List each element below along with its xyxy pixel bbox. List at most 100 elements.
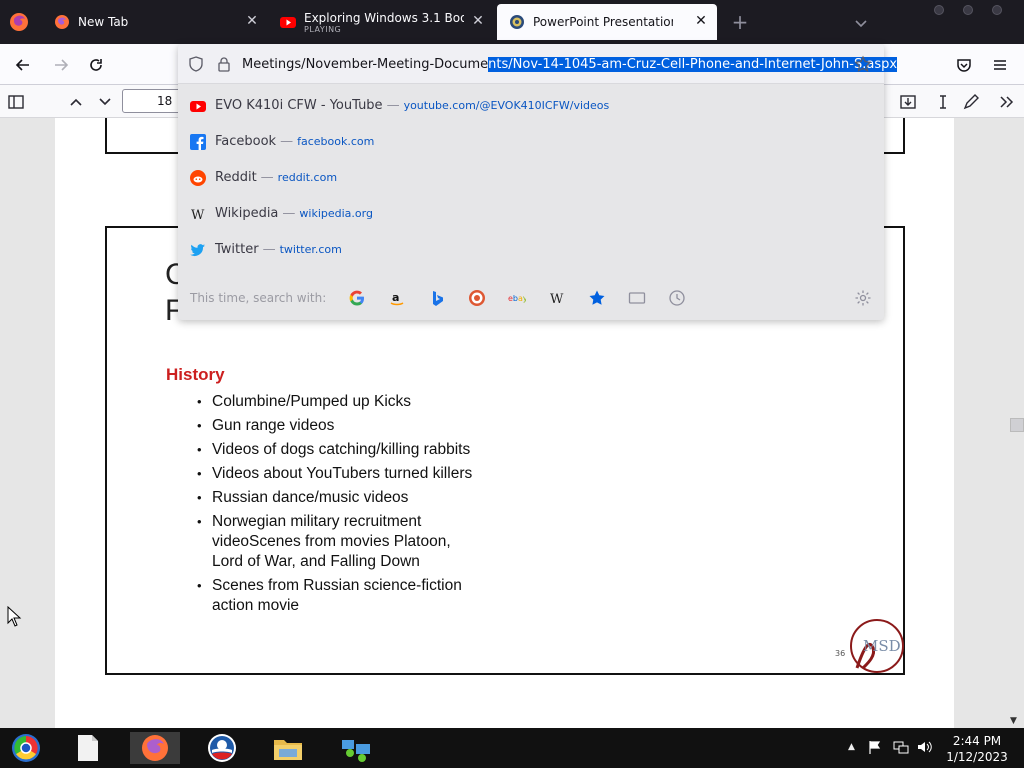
tracking-protection-icon[interactable] <box>188 56 204 72</box>
suggestion-row[interactable]: W Wikipedia — wikipedia.org <box>178 196 884 232</box>
svg-text:a: a <box>392 291 399 304</box>
reload-button[interactable] <box>85 54 107 76</box>
sidebar-toggle-icon[interactable] <box>5 91 27 113</box>
mouse-cursor-icon <box>6 605 22 628</box>
bullet-item: Gun range videos <box>197 416 517 436</box>
file-icon[interactable] <box>70 732 106 764</box>
start-button[interactable] <box>8 732 44 764</box>
suggestion-title: EVO K410i CFW - YouTube <box>215 98 383 113</box>
suggestion-url: reddit.com <box>277 171 338 184</box>
separator-dash: — <box>260 170 274 185</box>
file-explorer-icon[interactable] <box>270 732 306 764</box>
scrollbar-thumb[interactable] <box>1010 418 1024 432</box>
close-tab-icon[interactable]: ✕ <box>693 13 709 29</box>
next-page-icon[interactable] <box>94 91 116 113</box>
gear-icon[interactable] <box>854 289 872 307</box>
close-window-button[interactable] <box>992 5 1002 15</box>
tab-youtube[interactable]: Exploring Windows 3.1 Bootlegs PLAYING ✕ <box>268 4 494 40</box>
separator-dash: — <box>280 134 294 149</box>
firefox-view-icon[interactable] <box>8 11 30 33</box>
volume-icon[interactable] <box>917 740 933 757</box>
suggestion-title: Facebook <box>215 134 277 149</box>
address-bar[interactable]: Meetings/November-Meeting-Documents/Nov-… <box>178 44 898 84</box>
tab-powerpoint[interactable]: PowerPoint Presentation - Nov-1 ✕ <box>497 4 717 40</box>
pdf-site-icon <box>509 14 525 30</box>
bullet-item: Norwegian military recruitment videoScen… <box>197 512 477 572</box>
tab-title: Exploring Windows 3.1 Bootlegs <box>304 11 464 25</box>
suggestion-row[interactable]: Twitter — twitter.com <box>178 232 884 268</box>
page-number-input[interactable]: 18 <box>122 89 182 113</box>
url-text: Meetings/November-Meeting-Docume <box>242 57 489 72</box>
suggestion-row[interactable]: EVO K410i CFW - YouTube — youtube.com/@EVO… <box>178 88 884 124</box>
reddit-icon <box>190 170 206 186</box>
url-dropdown: Meetings/November-Meeting-Documents/Nov-… <box>178 44 898 320</box>
pocket-icon[interactable] <box>953 54 975 76</box>
scroll-down-arrow-icon[interactable]: ▼ <box>1010 716 1017 726</box>
suggestion-row[interactable]: Reddit — reddit.com <box>178 160 884 196</box>
new-tab-icon[interactable]: + <box>728 10 752 34</box>
bullet-list: Columbine/Pumped up Kicks Gun range vide… <box>197 392 517 620</box>
suggestion-url: twitter.com <box>279 243 342 256</box>
bookmark-star-icon[interactable] <box>854 55 872 73</box>
svg-text:W: W <box>191 208 205 222</box>
minimize-button[interactable] <box>934 5 944 15</box>
back-button[interactable] <box>12 54 34 76</box>
facebook-icon <box>190 134 206 150</box>
bullet-item: Russian dance/music videos <box>197 488 517 508</box>
maximize-button[interactable] <box>963 5 973 15</box>
tab-title: New Tab <box>78 15 129 29</box>
suggestion-url: wikipedia.org <box>299 207 373 220</box>
tab-strip: New Tab ✕ Exploring Windows 3.1 Bootlegs… <box>0 0 1024 44</box>
bookmarks-icon[interactable] <box>588 289 606 307</box>
msd-logo-text: MSD <box>863 637 901 655</box>
draw-pen-icon[interactable] <box>960 91 982 113</box>
previous-page-icon[interactable] <box>65 91 87 113</box>
slide-heading: History <box>166 365 225 384</box>
google-icon[interactable] <box>348 289 366 307</box>
tray-expand-icon[interactable]: ▲ <box>848 742 855 752</box>
close-tab-icon[interactable]: ✕ <box>244 13 260 29</box>
obama-logo-icon[interactable] <box>204 732 240 764</box>
separator-dash: — <box>282 206 296 221</box>
flag-icon[interactable] <box>868 740 882 757</box>
bullet-item: Videos of dogs catching/killing rabbits <box>197 440 517 460</box>
network-icon[interactable] <box>893 740 909 757</box>
taskbar: ▲ 2:44 PM 1/12/2023 <box>0 728 1024 768</box>
page-number-value: 18 <box>157 94 173 108</box>
close-tab-icon[interactable]: ✕ <box>470 13 486 29</box>
history-icon[interactable] <box>668 289 686 307</box>
system-clock[interactable]: 2:44 PM 1/12/2023 <box>932 733 1022 765</box>
url-input[interactable]: Meetings/November-Meeting-Documents/Nov-… <box>242 57 898 72</box>
vertical-scrollbar[interactable] <box>1008 118 1024 728</box>
lock-icon[interactable] <box>216 56 232 72</box>
save-download-icon[interactable] <box>897 91 919 113</box>
firefox-taskbar-icon[interactable] <box>130 732 180 764</box>
bing-icon[interactable] <box>428 289 446 307</box>
clock-date: 1/12/2023 <box>946 750 1008 764</box>
suggestion-title: Twitter <box>215 242 259 257</box>
tab-new-tab[interactable]: New Tab ✕ <box>42 4 268 40</box>
ebay-icon[interactable]: ebay <box>508 289 528 307</box>
duckduckgo-icon[interactable] <box>468 289 486 307</box>
clock-time: 2:44 PM <box>952 734 1002 748</box>
forward-button[interactable] <box>50 54 72 76</box>
chevron-down-icon[interactable] <box>852 14 870 32</box>
wikipedia-icon: W <box>190 206 206 223</box>
more-tools-icon[interactable] <box>996 91 1018 113</box>
firefox-icon <box>54 14 70 30</box>
svg-text:ebay: ebay <box>508 294 526 303</box>
suggestion-title: Wikipedia <box>215 206 279 221</box>
amazon-icon[interactable]: a <box>388 289 406 307</box>
suggestion-title: Reddit <box>215 170 257 185</box>
search-with-label: This time, search with: <box>190 291 327 305</box>
menu-icon[interactable] <box>989 54 1011 76</box>
network-users-icon[interactable] <box>338 732 374 764</box>
youtube-icon <box>280 14 296 30</box>
wikipedia-icon[interactable]: W <box>548 289 566 307</box>
text-tool-icon[interactable] <box>932 91 954 113</box>
tabs-icon[interactable] <box>628 289 646 307</box>
separator-dash: — <box>262 242 276 257</box>
suggestion-url: facebook.com <box>297 135 375 148</box>
suggestion-row[interactable]: Facebook — facebook.com <box>178 124 884 160</box>
url-selected-text: nts/Nov-14-1045-am-Cruz-Cell-Phone-and-I… <box>488 57 898 72</box>
